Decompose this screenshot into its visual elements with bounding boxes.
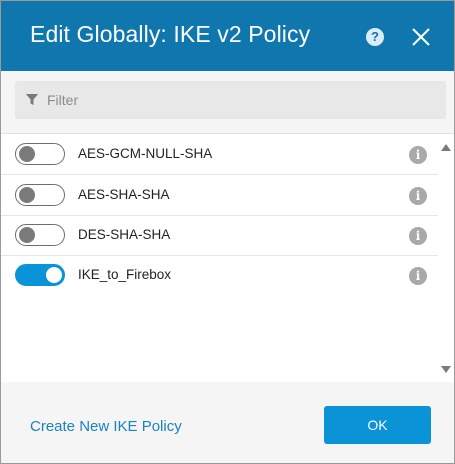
policy-row-ike-to-firebox: IKE_to_Firebox i — [1, 255, 438, 295]
policy-label: DES-SHA-SHA — [78, 227, 171, 242]
policy-row-aes-sha-sha: AES-SHA-SHA i — [1, 175, 438, 216]
create-new-ike-policy-link[interactable]: Create New IKE Policy — [30, 418, 182, 435]
toggle-knob — [19, 227, 35, 243]
scroll-up-arrow-icon[interactable] — [441, 144, 451, 151]
policy-label: IKE_to_Firebox — [78, 267, 172, 282]
policy-toggle-aes-gcm-null-sha[interactable] — [15, 143, 65, 165]
help-icon[interactable]: ? — [366, 28, 384, 46]
dialog-header: Edit Globally: IKE v2 Policy ? — [1, 1, 454, 71]
info-icon[interactable]: i — [409, 146, 427, 164]
close-icon[interactable] — [411, 27, 431, 47]
toggle-knob — [19, 187, 35, 203]
policy-toggle-des-sha-sha[interactable] — [15, 224, 65, 246]
policy-toggle-aes-sha-sha[interactable] — [15, 184, 65, 206]
policy-row-aes-gcm-null-sha: AES-GCM-NULL-SHA i — [1, 134, 438, 175]
toggle-knob — [46, 267, 62, 283]
info-icon[interactable]: i — [409, 227, 427, 245]
dialog-title: Edit Globally: IKE v2 Policy — [30, 21, 311, 47]
filter-bar[interactable] — [15, 81, 446, 119]
info-icon[interactable]: i — [409, 267, 427, 285]
list-scrollbar[interactable] — [439, 134, 454, 380]
policy-row-des-sha-sha: DES-SHA-SHA i — [1, 215, 438, 256]
policy-list: AES-GCM-NULL-SHA i AES-SHA-SHA i DES-SHA… — [1, 133, 454, 382]
edit-ike-policy-dialog: Edit Globally: IKE v2 Policy ? AES-GCM-N… — [0, 0, 455, 464]
toggle-knob — [19, 146, 35, 162]
policy-toggle-ike-to-firebox[interactable] — [15, 264, 65, 286]
filter-icon — [26, 94, 38, 105]
policy-label: AES-SHA-SHA — [78, 187, 170, 202]
policy-label: AES-GCM-NULL-SHA — [78, 146, 213, 161]
scroll-down-arrow-icon[interactable] — [441, 366, 451, 373]
info-icon[interactable]: i — [409, 187, 427, 205]
ok-button[interactable]: OK — [324, 406, 431, 444]
filter-input[interactable] — [47, 81, 427, 119]
